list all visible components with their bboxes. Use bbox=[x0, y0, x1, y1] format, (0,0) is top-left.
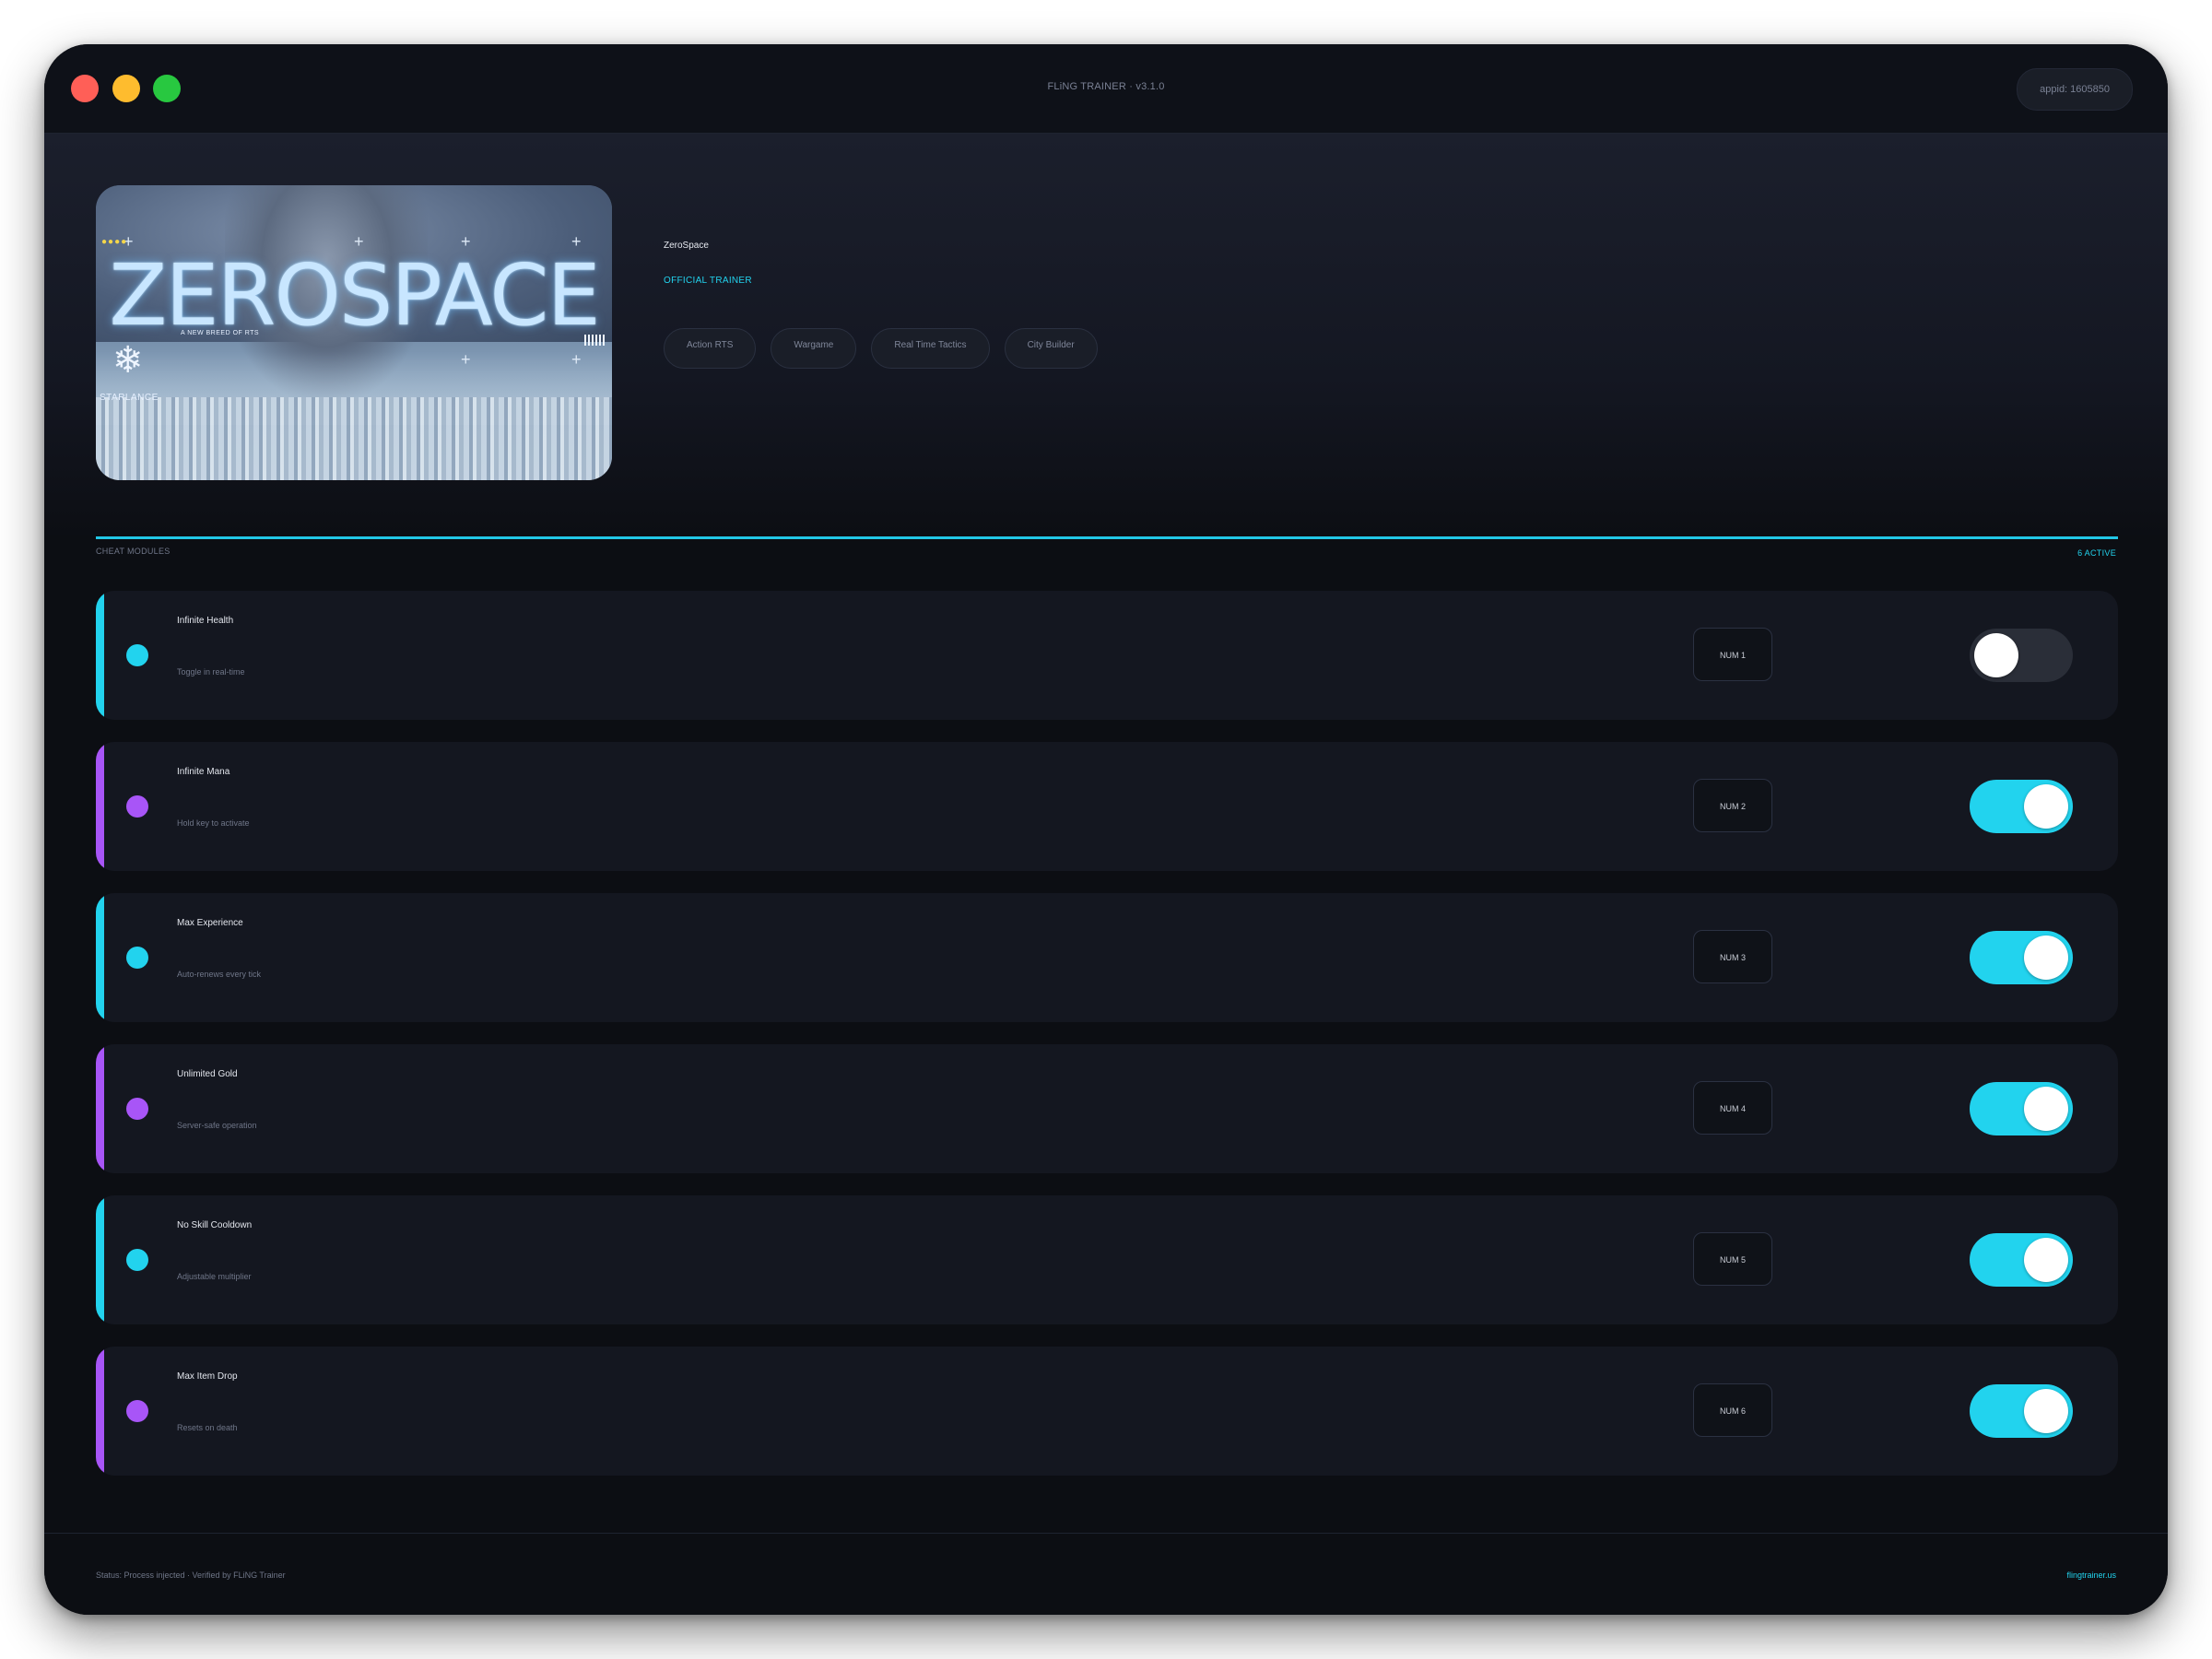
barcode-icon bbox=[584, 335, 606, 346]
cheat-toggle[interactable] bbox=[1970, 1082, 2073, 1135]
row-accent-bar bbox=[96, 742, 104, 871]
status-dot bbox=[126, 644, 148, 666]
cheat-description: Toggle in real-time bbox=[177, 667, 245, 677]
genre-tags: Action RTS Wargame Real Time Tactics Cit… bbox=[664, 328, 1098, 369]
cheat-name: Max Item Drop bbox=[177, 1371, 238, 1382]
status-dot bbox=[126, 795, 148, 818]
cheat-toggle[interactable] bbox=[1970, 629, 2073, 682]
cheat-name: Unlimited Gold bbox=[177, 1069, 238, 1079]
status-dot bbox=[126, 1400, 148, 1422]
toggle-knob bbox=[2024, 1087, 2068, 1131]
cheat-row: Max Item Drop Resets on death NUM 6 bbox=[96, 1347, 2118, 1476]
genre-tag[interactable]: City Builder bbox=[1004, 328, 1098, 369]
appid-badge: appid: 1605850 bbox=[2017, 68, 2133, 111]
cheat-name: Max Experience bbox=[177, 918, 243, 928]
row-accent-bar bbox=[96, 1195, 104, 1324]
genre-tag[interactable]: Wargame bbox=[771, 328, 857, 369]
cheat-description: Auto-renews every tick bbox=[177, 970, 262, 979]
cheat-list: Infinite Health Toggle in real-time NUM … bbox=[96, 591, 2118, 1498]
studio-logo-icon: ❄ bbox=[112, 340, 144, 381]
cheat-row: Infinite Health Toggle in real-time NUM … bbox=[96, 591, 2118, 720]
status-dot bbox=[126, 1249, 148, 1271]
active-count: 6 ACTIVE bbox=[2077, 548, 2116, 558]
title-bar: FLiNG TRAINER · v3.1.0 appid: 1605850 bbox=[44, 44, 2168, 134]
toggle-knob bbox=[2024, 1389, 2068, 1433]
cover-tagline: A NEW BREED OF RTS bbox=[181, 330, 260, 336]
row-accent-bar bbox=[96, 893, 104, 1022]
genre-tag[interactable]: Real Time Tactics bbox=[871, 328, 990, 369]
cheat-description: Hold key to activate bbox=[177, 818, 250, 828]
cheat-description: Server-safe operation bbox=[177, 1121, 257, 1130]
status-text: Status: Process injected · Verified by F… bbox=[96, 1571, 286, 1580]
genre-tag[interactable]: Action RTS bbox=[664, 328, 757, 369]
hotkey-badge[interactable]: NUM 3 bbox=[1693, 930, 1772, 983]
cheat-row: Unlimited Gold Server-safe operation NUM… bbox=[96, 1044, 2118, 1173]
cheat-row: Max Experience Auto-renews every tick NU… bbox=[96, 893, 2118, 1022]
row-accent-bar bbox=[96, 1347, 104, 1476]
official-trainer-badge: OFFICIAL TRAINER bbox=[664, 276, 752, 286]
cheat-row: Infinite Mana Hold key to activate NUM 2 bbox=[96, 742, 2118, 871]
toggle-knob bbox=[2024, 1238, 2068, 1282]
game-cover-image: + + + + + + ●●●● ZEROSPACE A NEW BREED O… bbox=[96, 185, 612, 480]
cheat-name: No Skill Cooldown bbox=[177, 1220, 253, 1230]
toggle-knob bbox=[2024, 935, 2068, 980]
game-title: ZeroSpace bbox=[664, 241, 709, 251]
status-footer: Status: Process injected · Verified by F… bbox=[44, 1533, 2168, 1615]
hotkey-badge[interactable]: NUM 2 bbox=[1693, 779, 1772, 832]
toggle-knob bbox=[1974, 633, 2018, 677]
cheat-description: Resets on death bbox=[177, 1423, 238, 1432]
row-accent-bar bbox=[96, 591, 104, 720]
toggle-knob bbox=[2024, 784, 2068, 829]
cheat-toggle[interactable] bbox=[1970, 1233, 2073, 1287]
cheat-toggle[interactable] bbox=[1970, 780, 2073, 833]
hotkey-badge[interactable]: NUM 6 bbox=[1693, 1383, 1772, 1437]
section-label: CHEAT MODULES bbox=[96, 547, 171, 556]
cheat-toggle[interactable] bbox=[1970, 1384, 2073, 1438]
status-dot bbox=[126, 1098, 148, 1120]
window-title: FLiNG TRAINER · v3.1.0 bbox=[1047, 81, 1165, 92]
hotkey-badge[interactable]: NUM 4 bbox=[1693, 1081, 1772, 1135]
cheat-name: Infinite Health bbox=[177, 616, 234, 626]
cover-studio: STARLANCE bbox=[100, 393, 159, 403]
cheat-description: Adjustable multiplier bbox=[177, 1272, 252, 1281]
cover-logo-text: ZEROSPACE bbox=[109, 246, 600, 345]
game-header: + + + + + + ●●●● ZEROSPACE A NEW BREED O… bbox=[44, 134, 2168, 539]
section-divider bbox=[96, 536, 2118, 539]
cheat-name: Infinite Mana bbox=[177, 767, 230, 777]
cheat-row: No Skill Cooldown Adjustable multiplier … bbox=[96, 1195, 2118, 1324]
row-accent-bar bbox=[96, 1044, 104, 1173]
hotkey-badge[interactable]: NUM 5 bbox=[1693, 1232, 1772, 1286]
cheat-toggle[interactable] bbox=[1970, 931, 2073, 984]
trainer-window: FLiNG TRAINER · v3.1.0 appid: 1605850 + … bbox=[44, 44, 2168, 1615]
website-link[interactable]: flingtrainer.us bbox=[2066, 1571, 2116, 1580]
hotkey-badge[interactable]: NUM 1 bbox=[1693, 628, 1772, 681]
status-dot bbox=[126, 947, 148, 969]
